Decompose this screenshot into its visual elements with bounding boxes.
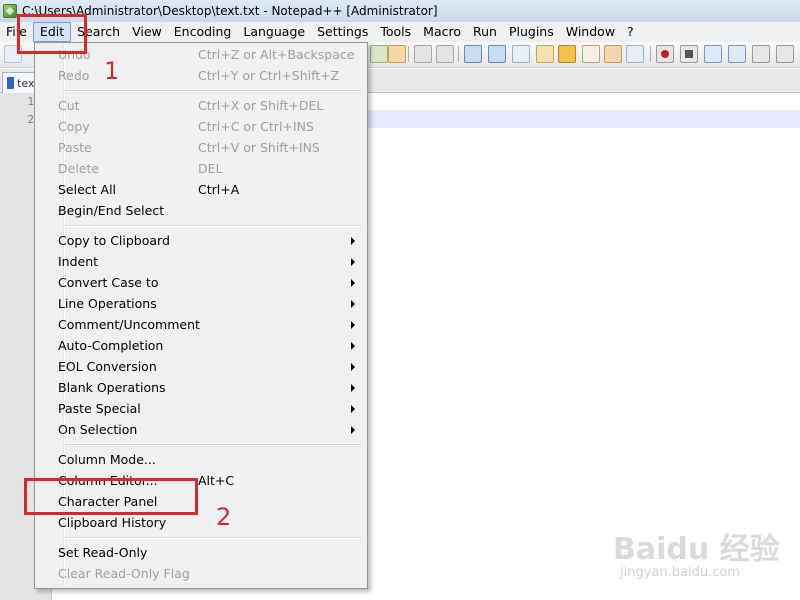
menu-help[interactable]: ? (621, 22, 640, 42)
saved-file-icon (7, 77, 15, 89)
baidu-watermark-url: jingyan.baidu.com (620, 565, 740, 580)
menu-language[interactable]: Language (237, 22, 311, 42)
zoom-out-icon[interactable] (388, 45, 406, 63)
menu-item-paste-special[interactable]: Paste Special (37, 398, 365, 419)
toolbar-overflow-icon[interactable] (776, 45, 794, 63)
menu-item-auto-completion[interactable]: Auto-Completion (37, 335, 365, 356)
menu-item-begin-end-select[interactable]: Begin/End Select (37, 200, 365, 221)
menu-view[interactable]: View (126, 22, 168, 42)
menu-settings[interactable]: Settings (311, 22, 374, 42)
menu-item-clear-read-only-flag[interactable]: Clear Read-Only Flag (37, 563, 365, 584)
notepad-app-icon (3, 4, 17, 18)
monitoring-eye-icon[interactable] (626, 45, 644, 63)
line-number: 2 (27, 113, 34, 126)
menu-item-on-selection[interactable]: On Selection (37, 419, 365, 440)
menu-item-paste[interactable]: Paste Ctrl+V or Shift+INS (37, 137, 365, 158)
submenu-arrow-icon (351, 300, 355, 308)
menu-separator (65, 537, 361, 539)
menu-item-clipboard-history[interactable]: Clipboard History (37, 512, 365, 533)
title-bar: C:\Users\Administrator\Desktop\text.txt … (0, 0, 800, 22)
record-dot-icon (661, 50, 669, 58)
user-defined-language-icon[interactable] (536, 45, 554, 63)
menu-separator (65, 90, 361, 92)
menu-item-convert-case[interactable]: Convert Case to (37, 272, 365, 293)
menu-item-line-operations[interactable]: Line Operations (37, 293, 365, 314)
run-macro-multiple-icon[interactable] (728, 45, 746, 63)
menu-item-cut[interactable]: Cut Ctrl+X or Shift+DEL (37, 95, 365, 116)
baidu-watermark-logo: Baidu 经验 (613, 532, 780, 567)
menu-item-select-all[interactable]: Select All Ctrl+A (37, 179, 365, 200)
menu-separator (65, 225, 361, 227)
toolbar-separator (408, 46, 409, 62)
folder-as-workspace-icon[interactable] (604, 45, 622, 63)
line-number: 1 (27, 95, 34, 108)
menu-item-eol-conversion[interactable]: EOL Conversion (37, 356, 365, 377)
sync-horizontal-icon[interactable] (436, 45, 454, 63)
menu-item-comment-uncomment[interactable]: Comment/Uncomment (37, 314, 365, 335)
annotation-box-character-panel (24, 478, 198, 515)
menu-window[interactable]: Window (560, 22, 621, 42)
menu-bar: File Edit Search View Encoding Language … (0, 22, 800, 42)
toolbar-separator (650, 46, 651, 62)
submenu-arrow-icon (351, 405, 355, 413)
submenu-arrow-icon (351, 342, 355, 350)
menu-item-delete[interactable]: Delete DEL (37, 158, 365, 179)
submenu-arrow-icon (351, 258, 355, 266)
submenu-arrow-icon (351, 426, 355, 434)
word-wrap-icon[interactable] (464, 45, 482, 63)
menu-encoding[interactable]: Encoding (168, 22, 238, 42)
menu-item-copy-to-clipboard[interactable]: Copy to Clipboard (37, 230, 365, 251)
submenu-arrow-icon (351, 279, 355, 287)
annotation-step-2: 2 (216, 503, 232, 531)
toolbar-separator (458, 46, 459, 62)
submenu-arrow-icon (351, 237, 355, 245)
menu-tools[interactable]: Tools (374, 22, 417, 42)
menu-item-copy[interactable]: Copy Ctrl+C or Ctrl+INS (37, 116, 365, 137)
save-macro-icon[interactable] (752, 45, 770, 63)
stop-square-icon (685, 50, 693, 58)
submenu-arrow-icon (351, 363, 355, 371)
menu-plugins[interactable]: Plugins (503, 22, 560, 42)
menu-item-column-mode[interactable]: Column Mode... (37, 449, 365, 470)
menu-item-redo[interactable]: Redo Ctrl+Y or Ctrl+Shift+Z (37, 65, 365, 86)
menu-item-indent[interactable]: Indent (37, 251, 365, 272)
document-map-icon[interactable] (558, 45, 576, 63)
sync-vertical-icon[interactable] (414, 45, 432, 63)
menu-item-blank-operations[interactable]: Blank Operations (37, 377, 365, 398)
show-all-characters-icon[interactable] (488, 45, 506, 63)
function-list-icon[interactable] (582, 45, 600, 63)
menu-item-set-read-only[interactable]: Set Read-Only (37, 542, 365, 563)
submenu-arrow-icon (351, 321, 355, 329)
submenu-arrow-icon (351, 384, 355, 392)
annotation-step-1: 1 (104, 57, 120, 85)
menu-separator (65, 444, 361, 446)
menu-macro[interactable]: Macro (417, 22, 467, 42)
indent-guide-icon[interactable] (512, 45, 530, 63)
playback-macro-icon[interactable] (704, 45, 722, 63)
menu-run[interactable]: Run (467, 22, 503, 42)
annotation-box-edit-menu (17, 14, 87, 54)
zoom-in-icon[interactable] (370, 45, 388, 63)
